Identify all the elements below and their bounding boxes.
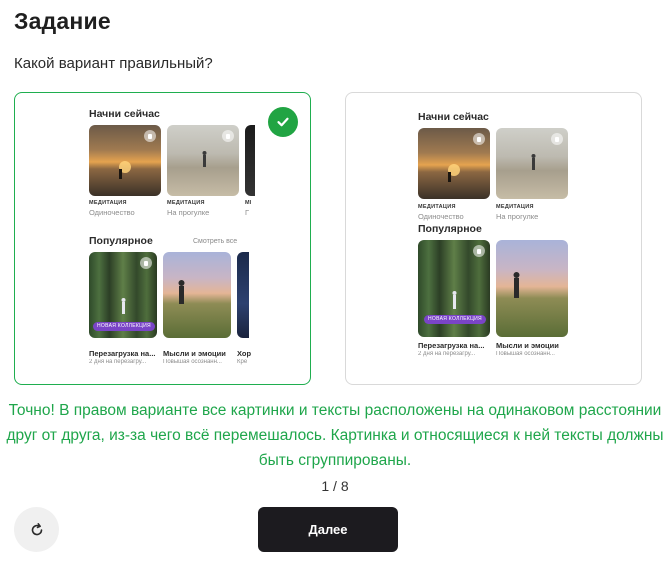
app-mockup: Начни сейчас МЕДИТАЦИЯ Одиночество МЕДИТ… — [15, 93, 310, 384]
thumbnail-image — [418, 128, 490, 199]
thumbnail-image: НОВАЯ КОЛЛЕКЦИЯ — [89, 252, 157, 338]
card-description: Повышая осознанн... — [496, 351, 555, 357]
progress-counter: 1 / 8 — [321, 478, 349, 494]
card-category: МЕДИТАЦИЯ — [496, 204, 534, 210]
card-description: Кре — [237, 359, 248, 365]
card-title: Перезагрузка на... — [89, 349, 156, 358]
section-title: Начни сейчас — [418, 111, 489, 123]
thumbnail-image: НОВАЯ КОЛЛЕКЦИЯ — [418, 240, 490, 337]
section-title: Начни сейчас — [89, 108, 160, 120]
refresh-icon — [31, 522, 42, 535]
feedback-message: Точно! В правом варианте все картинки и … — [6, 402, 664, 469]
card-category: МЕДИТАЦИЯ — [418, 204, 456, 210]
card-category: МЕДИТАЦИЯ — [167, 200, 205, 206]
thumbnail-image — [237, 252, 249, 338]
thumbnail-image — [163, 252, 231, 338]
collection-badge: НОВАЯ КОЛЛЕКЦИЯ — [93, 322, 155, 331]
card-category: МЕДИТАЦИЯ — [245, 200, 251, 206]
section-title: Популярное — [89, 235, 153, 247]
card-title: Мысли и эмоции — [496, 341, 559, 350]
thumbnail-image — [245, 125, 255, 196]
checkmark-icon — [268, 107, 298, 137]
refresh-button[interactable] — [14, 507, 59, 552]
task-question: Какой вариант правильный? — [14, 55, 213, 72]
card-subtitle: Одиночество — [89, 208, 135, 217]
thumbnail-image — [167, 125, 239, 196]
section-title: Популярное — [418, 223, 482, 235]
thumbnail-image — [89, 125, 161, 196]
answer-option-left[interactable]: Начни сейчас МЕДИТАЦИЯ Одиночество МЕДИТ… — [14, 92, 311, 385]
card-title: Мысли и эмоции — [163, 349, 226, 358]
answer-option-right[interactable]: Начни сейчас МЕДИТАЦИЯ Одиночество МЕДИТ… — [345, 92, 642, 385]
task-title: Задание — [14, 8, 111, 34]
card-description: 2 дня на перезагру... — [418, 351, 476, 357]
thumbnail-image — [496, 128, 568, 199]
card-subtitle: Одиночество — [418, 212, 464, 221]
card-description: Повышая осознанн... — [163, 359, 222, 365]
card-subtitle: Г — [245, 208, 250, 217]
card-title: Хор — [237, 349, 252, 358]
thumbnail-image — [496, 240, 568, 337]
card-subtitle: На прогулке — [167, 208, 210, 217]
card-category: МЕДИТАЦИЯ — [89, 200, 127, 206]
card-subtitle: На прогулке — [496, 212, 539, 221]
see-all-link: Смотреть все — [193, 238, 238, 245]
card-description: 2 дня на перезагру... — [89, 359, 147, 365]
app-mockup: Начни сейчас МЕДИТАЦИЯ Одиночество МЕДИТ… — [346, 93, 641, 384]
next-button[interactable]: Далее — [258, 507, 398, 552]
card-title: Перезагрузка на... — [418, 341, 485, 350]
collection-badge: НОВАЯ КОЛЛЕКЦИЯ — [424, 315, 486, 324]
